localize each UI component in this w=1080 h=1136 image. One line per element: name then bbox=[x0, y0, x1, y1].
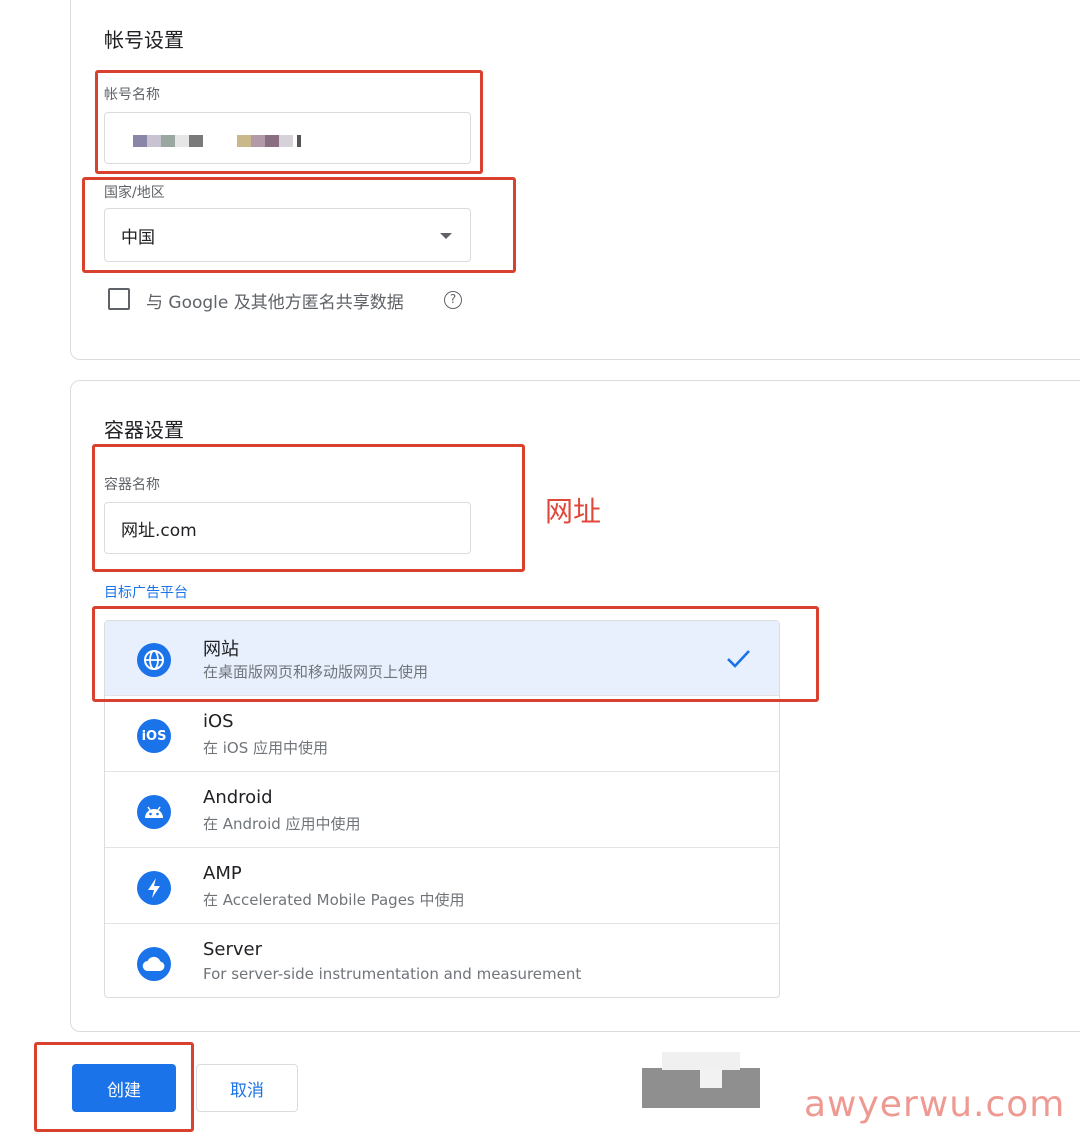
platform-option-ios[interactable]: iOS iOS 在 iOS 应用中使用 bbox=[105, 697, 779, 772]
annotation-box-account-name bbox=[95, 70, 483, 174]
divider bbox=[105, 923, 779, 924]
cloud-icon bbox=[137, 947, 171, 981]
redacted-blob-inner bbox=[700, 1068, 722, 1088]
annotation-url-note: 网址 bbox=[545, 495, 602, 528]
help-icon[interactable]: ? bbox=[444, 291, 462, 309]
share-data-label: 与 Google 及其他方匿名共享数据 bbox=[146, 293, 404, 313]
platform-title: Android bbox=[203, 787, 273, 808]
platform-title: iOS bbox=[203, 711, 234, 732]
platform-option-amp[interactable]: AMP 在 Accelerated Mobile Pages 中使用 bbox=[105, 849, 779, 924]
divider bbox=[105, 771, 779, 772]
ios-icon: iOS bbox=[137, 719, 171, 753]
platform-description: 在 iOS 应用中使用 bbox=[203, 739, 329, 757]
annotation-box-website bbox=[92, 606, 819, 702]
platform-option-android[interactable]: Android 在 Android 应用中使用 bbox=[105, 773, 779, 848]
amp-bolt-icon bbox=[137, 871, 171, 905]
platform-description: 在 Accelerated Mobile Pages 中使用 bbox=[203, 891, 465, 909]
android-icon bbox=[137, 795, 171, 829]
create-button[interactable]: 创建 bbox=[72, 1064, 176, 1112]
target-platform-label: 目标广告平台 bbox=[104, 585, 188, 601]
share-data-checkbox[interactable] bbox=[108, 288, 130, 310]
annotation-box-country bbox=[82, 177, 516, 273]
platform-option-server[interactable]: Server For server-side instrumentation a… bbox=[105, 925, 779, 997]
platform-title: AMP bbox=[203, 863, 242, 884]
platform-description: 在 Android 应用中使用 bbox=[203, 815, 361, 833]
cancel-button[interactable]: 取消 bbox=[196, 1064, 298, 1112]
annotation-box-container-name bbox=[92, 444, 525, 572]
account-settings-title: 帐号设置 bbox=[104, 28, 184, 52]
divider bbox=[105, 847, 779, 848]
container-settings-title: 容器设置 bbox=[104, 418, 184, 442]
watermark: awyerwu.com bbox=[804, 1084, 1066, 1125]
platform-title: Server bbox=[203, 939, 263, 960]
platform-description: For server-side instrumentation and meas… bbox=[203, 965, 582, 983]
